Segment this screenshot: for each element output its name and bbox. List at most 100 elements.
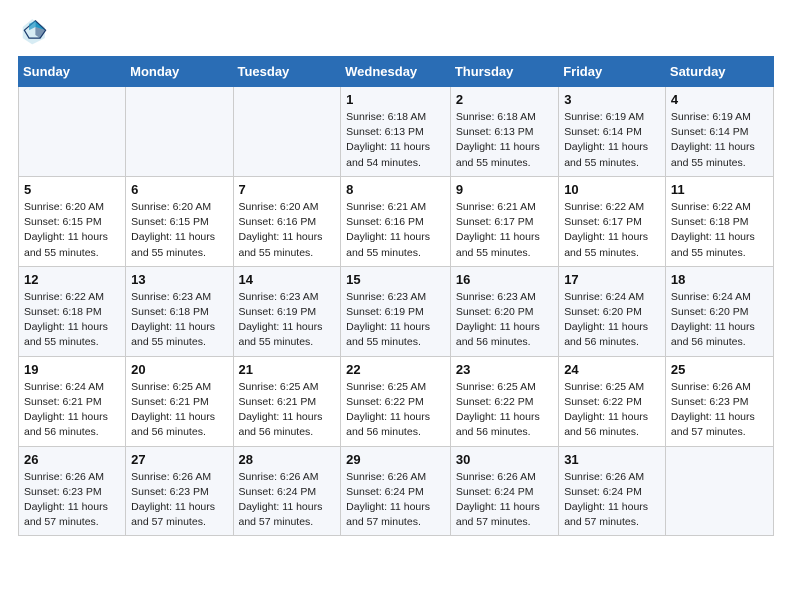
day-number: 29 xyxy=(346,452,445,467)
day-info: Sunrise: 6:23 AMSunset: 6:19 PMDaylight:… xyxy=(239,290,336,351)
day-info: Sunrise: 6:18 AMSunset: 6:13 PMDaylight:… xyxy=(346,110,445,171)
calendar-cell: 9Sunrise: 6:21 AMSunset: 6:17 PMDaylight… xyxy=(450,176,558,266)
calendar-cell: 26 Sunrise: 6:26 AMSunset: 6:23 PMDayligh… xyxy=(19,446,126,536)
calendar-cell: 6Sunrise: 6:20 AMSunset: 6:15 PMDaylight… xyxy=(126,176,233,266)
calendar-cell: 1 Sunrise: 6:18 AMSunset: 6:13 PMDaylight… xyxy=(341,87,451,177)
day-info: Sunrise: 6:22 AMSunset: 6:18 PMDaylight:… xyxy=(24,290,120,351)
day-number: 13 xyxy=(131,272,227,287)
logo xyxy=(18,16,52,46)
day-info: Sunrise: 6:26 AMSunset: 6:24 PMDaylight:… xyxy=(456,470,553,531)
week-row-1: 1 Sunrise: 6:18 AMSunset: 6:13 PMDaylight… xyxy=(19,87,774,177)
day-number: 23 xyxy=(456,362,553,377)
day-info: Sunrise: 6:25 AMSunset: 6:22 PMDaylight:… xyxy=(564,380,660,441)
calendar-cell: 7 Sunrise: 6:20 AMSunset: 6:16 PMDaylight… xyxy=(233,176,341,266)
day-info: Sunrise: 6:26 AMSunset: 6:23 PMDaylight:… xyxy=(671,380,768,441)
day-info: Sunrise: 6:23 AMSunset: 6:20 PMDaylight:… xyxy=(456,290,553,351)
day-info: Sunrise: 6:20 AMSunset: 6:16 PMDaylight:… xyxy=(239,200,336,261)
calendar-cell: 3 Sunrise: 6:19 AMSunset: 6:14 PMDaylight… xyxy=(559,87,666,177)
weekday-header-sunday: Sunday xyxy=(19,57,126,87)
day-info: Sunrise: 6:25 AMSunset: 6:21 PMDaylight:… xyxy=(131,380,227,441)
week-row-4: 19 Sunrise: 6:24 AMSunset: 6:21 PMDayligh… xyxy=(19,356,774,446)
weekday-header-friday: Friday xyxy=(559,57,666,87)
day-number: 15 xyxy=(346,272,445,287)
day-number: 7 xyxy=(239,182,336,197)
day-info: Sunrise: 6:19 AMSunset: 6:14 PMDaylight:… xyxy=(564,110,660,171)
day-number: 11 xyxy=(671,182,768,197)
day-info: Sunrise: 6:26 AMSunset: 6:23 PMDaylight:… xyxy=(24,470,120,531)
day-number: 17 xyxy=(564,272,660,287)
calendar-cell: 29 Sunrise: 6:26 AMSunset: 6:24 PMDayligh… xyxy=(341,446,451,536)
calendar-cell: 5 Sunrise: 6:20 AMSunset: 6:15 PMDaylight… xyxy=(19,176,126,266)
day-number: 5 xyxy=(24,182,120,197)
day-number: 8 xyxy=(346,182,445,197)
day-number: 30 xyxy=(456,452,553,467)
day-number: 10 xyxy=(564,182,660,197)
calendar-cell: 8 Sunrise: 6:21 AMSunset: 6:16 PMDaylight… xyxy=(341,176,451,266)
calendar-cell: 15 Sunrise: 6:23 AMSunset: 6:19 PMDayligh… xyxy=(341,266,451,356)
week-row-3: 12 Sunrise: 6:22 AMSunset: 6:18 PMDayligh… xyxy=(19,266,774,356)
day-info: Sunrise: 6:19 AMSunset: 6:14 PMDaylight:… xyxy=(671,110,768,171)
day-number: 21 xyxy=(239,362,336,377)
day-info: Sunrise: 6:22 AMSunset: 6:18 PMDaylight:… xyxy=(671,200,768,261)
day-number: 27 xyxy=(131,452,227,467)
calendar-cell xyxy=(233,87,341,177)
calendar-cell: 16 Sunrise: 6:23 AMSunset: 6:20 PMDayligh… xyxy=(450,266,558,356)
calendar-table: SundayMondayTuesdayWednesdayThursdayFrid… xyxy=(18,56,774,536)
calendar-cell: 31 Sunrise: 6:26 AMSunset: 6:24 PMDayligh… xyxy=(559,446,666,536)
calendar-cell: 10 Sunrise: 6:22 AMSunset: 6:17 PMDayligh… xyxy=(559,176,666,266)
day-number: 12 xyxy=(24,272,120,287)
day-number: 26 xyxy=(24,452,120,467)
calendar-cell: 11 Sunrise: 6:22 AMSunset: 6:18 PMDayligh… xyxy=(665,176,773,266)
week-row-5: 26 Sunrise: 6:26 AMSunset: 6:23 PMDayligh… xyxy=(19,446,774,536)
weekday-header-tuesday: Tuesday xyxy=(233,57,341,87)
day-info: Sunrise: 6:25 AMSunset: 6:22 PMDaylight:… xyxy=(456,380,553,441)
calendar-cell: 4 Sunrise: 6:19 AMSunset: 6:14 PMDaylight… xyxy=(665,87,773,177)
day-info: Sunrise: 6:24 AMSunset: 6:20 PMDaylight:… xyxy=(671,290,768,351)
day-number: 1 xyxy=(346,92,445,107)
day-info: Sunrise: 6:21 AMSunset: 6:16 PMDaylight:… xyxy=(346,200,445,261)
calendar-cell xyxy=(126,87,233,177)
calendar-cell: 20Sunrise: 6:25 AMSunset: 6:21 PMDayligh… xyxy=(126,356,233,446)
calendar-cell: 25 Sunrise: 6:26 AMSunset: 6:23 PMDayligh… xyxy=(665,356,773,446)
calendar-cell: 21 Sunrise: 6:25 AMSunset: 6:21 PMDayligh… xyxy=(233,356,341,446)
calendar-cell: 30 Sunrise: 6:26 AMSunset: 6:24 PMDayligh… xyxy=(450,446,558,536)
day-info: Sunrise: 6:26 AMSunset: 6:23 PMDaylight:… xyxy=(131,470,227,531)
weekday-header-saturday: Saturday xyxy=(665,57,773,87)
logo-icon xyxy=(18,16,48,46)
day-number: 14 xyxy=(239,272,336,287)
day-info: Sunrise: 6:21 AMSunset: 6:17 PMDaylight:… xyxy=(456,200,553,261)
header xyxy=(18,16,774,46)
day-number: 16 xyxy=(456,272,553,287)
day-info: Sunrise: 6:25 AMSunset: 6:21 PMDaylight:… xyxy=(239,380,336,441)
day-number: 31 xyxy=(564,452,660,467)
week-row-2: 5 Sunrise: 6:20 AMSunset: 6:15 PMDaylight… xyxy=(19,176,774,266)
calendar-cell: 19 Sunrise: 6:24 AMSunset: 6:21 PMDayligh… xyxy=(19,356,126,446)
calendar-cell: 2Sunrise: 6:18 AMSunset: 6:13 PMDaylight… xyxy=(450,87,558,177)
calendar-cell: 22Sunrise: 6:25 AMSunset: 6:22 PMDayligh… xyxy=(341,356,451,446)
day-number: 3 xyxy=(564,92,660,107)
day-number: 18 xyxy=(671,272,768,287)
day-number: 4 xyxy=(671,92,768,107)
calendar-cell xyxy=(665,446,773,536)
calendar-cell: 14 Sunrise: 6:23 AMSunset: 6:19 PMDayligh… xyxy=(233,266,341,356)
calendar-cell: 23 Sunrise: 6:25 AMSunset: 6:22 PMDayligh… xyxy=(450,356,558,446)
calendar-cell: 13 Sunrise: 6:23 AMSunset: 6:18 PMDayligh… xyxy=(126,266,233,356)
day-info: Sunrise: 6:22 AMSunset: 6:17 PMDaylight:… xyxy=(564,200,660,261)
day-info: Sunrise: 6:25 AMSunset: 6:22 PMDaylight:… xyxy=(346,380,445,441)
weekday-header-monday: Monday xyxy=(126,57,233,87)
day-number: 19 xyxy=(24,362,120,377)
day-info: Sunrise: 6:23 AMSunset: 6:19 PMDaylight:… xyxy=(346,290,445,351)
day-info: Sunrise: 6:23 AMSunset: 6:18 PMDaylight:… xyxy=(131,290,227,351)
day-info: Sunrise: 6:24 AMSunset: 6:20 PMDaylight:… xyxy=(564,290,660,351)
calendar-cell: 28Sunrise: 6:26 AMSunset: 6:24 PMDayligh… xyxy=(233,446,341,536)
day-info: Sunrise: 6:20 AMSunset: 6:15 PMDaylight:… xyxy=(24,200,120,261)
day-info: Sunrise: 6:24 AMSunset: 6:21 PMDaylight:… xyxy=(24,380,120,441)
day-info: Sunrise: 6:26 AMSunset: 6:24 PMDaylight:… xyxy=(239,470,336,531)
calendar-cell xyxy=(19,87,126,177)
day-number: 2 xyxy=(456,92,553,107)
day-info: Sunrise: 6:26 AMSunset: 6:24 PMDaylight:… xyxy=(564,470,660,531)
day-number: 24 xyxy=(564,362,660,377)
weekday-header-row: SundayMondayTuesdayWednesdayThursdayFrid… xyxy=(19,57,774,87)
day-number: 25 xyxy=(671,362,768,377)
day-info: Sunrise: 6:26 AMSunset: 6:24 PMDaylight:… xyxy=(346,470,445,531)
